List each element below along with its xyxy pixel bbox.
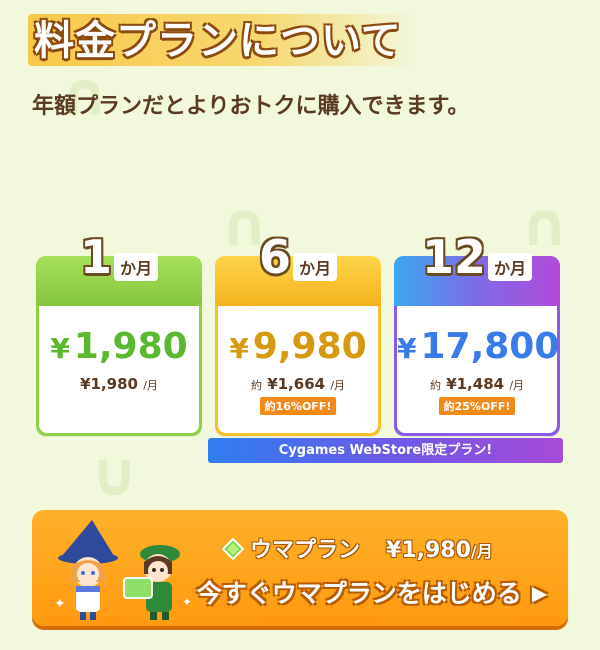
plan-card-header: 6 か月 — [215, 230, 381, 306]
plan-card-body: ¥17,800 約 ¥1,484 /月 約25%OFF! — [397, 306, 560, 433]
plan-price-value: 17,800 — [420, 326, 560, 367]
plan-gem-icon — [222, 538, 244, 560]
yen-symbol: ¥ — [229, 332, 249, 365]
plan-per-month: 約 ¥1,484 /月 — [397, 375, 557, 393]
characters-illustration: ✦ ✦ — [54, 520, 192, 620]
cta-label: 今すぐウマプランをはじめる — [196, 579, 522, 608]
background-horseshoe-decoration: ∪ — [90, 440, 139, 510]
plan-duration-number: 1 — [79, 230, 112, 284]
start-uma-plan-button[interactable]: ✦ ✦ ウマプラン ¥1,980/月 今すぐウマプランをはじめる ▶ — [32, 510, 568, 626]
plan-per-month: 約 ¥1,664 /月 — [218, 375, 378, 393]
plan-price: ¥17,800 — [397, 326, 560, 367]
plan-duration: 6 か月 — [215, 230, 381, 284]
cta-plan-price: ¥1,980 — [386, 538, 471, 563]
svg-text:✦: ✦ — [54, 596, 66, 612]
title-section: 料金プランについて — [28, 4, 428, 74]
plan-price: ¥1,980 — [39, 326, 199, 367]
plan-card-header: 12 か月 — [394, 230, 560, 306]
cta-price-unit: /月 — [470, 542, 493, 561]
plan-card-header: 1 か月 — [36, 230, 202, 306]
play-arrow-icon: ▶ — [531, 581, 548, 605]
per-month-unit: /月 — [143, 379, 158, 392]
per-month-unit: /月 — [509, 379, 525, 392]
plan-per-month: ¥1,980 /月 — [39, 375, 199, 393]
discount-badge: 約25%OFF! — [438, 397, 516, 415]
cta-plan-name: ウマプラン — [250, 538, 361, 563]
plan-card-1-month[interactable]: 1 か月 ¥1,980 ¥1,980 /月 — [36, 230, 202, 436]
plan-price-value: 1,980 — [73, 326, 188, 367]
plan-duration-number: 12 — [421, 230, 486, 284]
plan-duration-unit: か月 — [114, 253, 159, 281]
per-month-value: ¥1,980 — [80, 375, 138, 393]
plan-duration-unit: か月 — [488, 253, 533, 281]
plan-card-12-months[interactable]: 12 か月 ¥17,800 約 ¥1,484 /月 約25%OFF! — [394, 230, 560, 436]
plan-duration: 1 か月 — [36, 230, 202, 284]
webstore-exclusive-banner: Cygames WebStore限定プラン! — [208, 438, 563, 463]
plan-card-body: ¥9,980 約 ¥1,664 /月 約16%OFF! — [218, 306, 378, 433]
discount-badge: 約16%OFF! — [259, 397, 337, 415]
plan-card-body: ¥1,980 ¥1,980 /月 — [39, 306, 199, 433]
plan-duration: 12 か月 — [394, 230, 560, 284]
yen-symbol: ¥ — [50, 332, 70, 365]
per-month-prefix: 約 — [429, 379, 441, 392]
plan-price: ¥9,980 — [218, 326, 378, 367]
yen-symbol: ¥ — [397, 332, 417, 365]
plan-card-6-months[interactable]: 6 か月 ¥9,980 約 ¥1,664 /月 約16%OFF! — [215, 230, 381, 436]
per-month-prefix: 約 — [250, 379, 262, 392]
cta-label-row: 今すぐウマプランをはじめる ▶ — [182, 574, 562, 610]
plan-price-value: 9,980 — [252, 326, 367, 367]
page-title: 料金プランについて — [34, 18, 402, 64]
plan-duration-unit: か月 — [293, 253, 338, 281]
cta-plan-info: ウマプラン ¥1,980/月 — [222, 532, 493, 564]
per-month-value: ¥1,664 — [267, 375, 326, 393]
per-month-value: ¥1,484 — [446, 375, 505, 393]
page-subtitle: 年額プランだとよりおトクに購入できます。 — [32, 94, 470, 119]
plan-duration-number: 6 — [258, 230, 291, 284]
per-month-unit: /月 — [330, 379, 346, 392]
